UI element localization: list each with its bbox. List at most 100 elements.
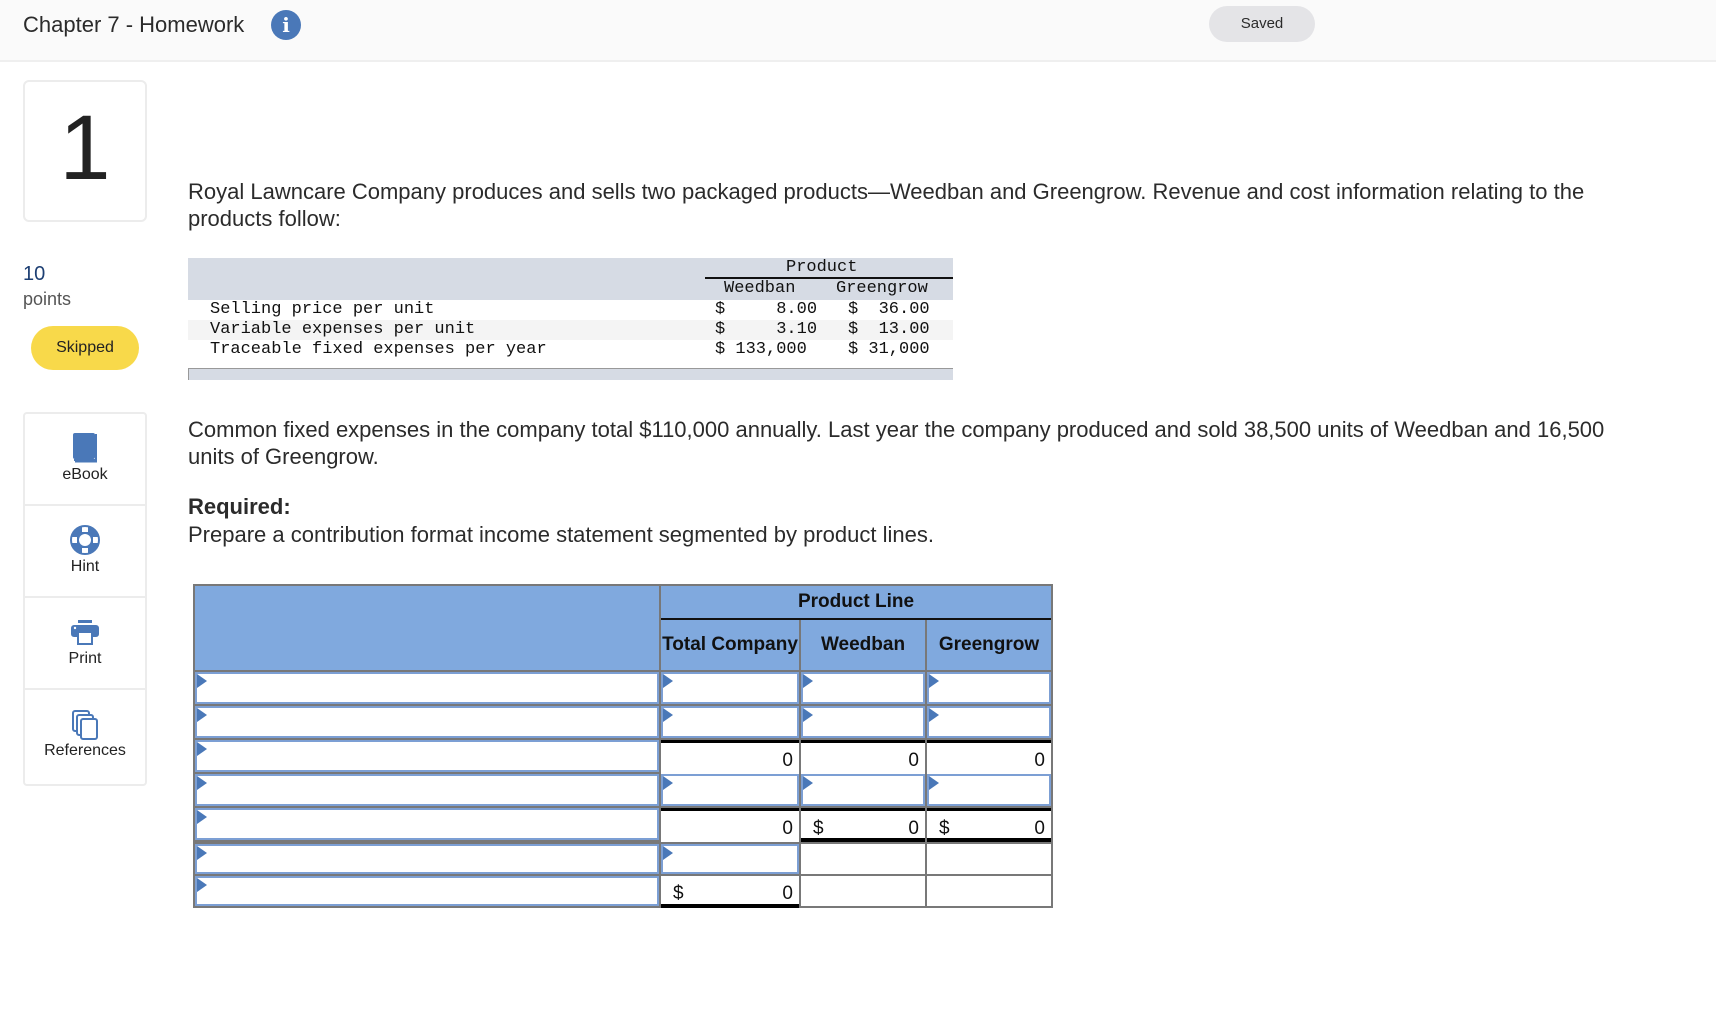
ref-row-label: Selling price per unit — [210, 300, 435, 319]
greengrow-input[interactable] — [927, 672, 1051, 704]
currency-symbol: $ — [813, 818, 824, 839]
tool-hint-button[interactable]: Hint — [25, 506, 145, 598]
info-circle-icon[interactable]: i — [271, 10, 301, 40]
tool-references-button[interactable]: References — [25, 690, 145, 784]
total-computed-cell: 0 — [661, 808, 799, 842]
dropdown-flag-icon — [197, 810, 207, 824]
computed-value: 0 — [908, 818, 919, 839]
ref-group-header: Product — [786, 258, 858, 277]
reference-table: Product Weedban Greengrow Selling price … — [188, 258, 953, 380]
dropdown-flag-icon — [197, 776, 207, 790]
line-item-select[interactable] — [195, 808, 659, 840]
input-flag-icon — [663, 674, 673, 688]
weedban-header: Weedban — [801, 620, 925, 670]
printer-icon — [71, 620, 99, 645]
net-operating-income-cell: $0 — [661, 876, 799, 908]
weedban-input[interactable] — [801, 672, 925, 704]
line-item-select[interactable] — [195, 876, 659, 906]
tool-print-label: Print — [68, 650, 102, 667]
book-icon — [73, 433, 97, 463]
ref-row-label: Traceable fixed expenses per year — [210, 340, 547, 359]
saved-status-button[interactable]: Saved — [1209, 6, 1315, 42]
empty-cell — [927, 844, 1051, 874]
question-intro: Royal Lawncare Company produces and sell… — [188, 179, 1585, 231]
total-company-header: Total Company — [661, 620, 799, 670]
input-flag-icon — [663, 776, 673, 790]
input-flag-icon — [803, 674, 813, 688]
greengrow-input[interactable] — [927, 706, 1051, 738]
currency-symbol: $ — [939, 818, 950, 839]
required-text: Prepare a contribution format income sta… — [188, 522, 934, 547]
points-label: points — [23, 289, 72, 309]
greengrow-segment-margin-cell: $0 — [927, 808, 1051, 842]
reference-footer-band — [188, 368, 953, 380]
dropdown-flag-icon — [197, 708, 207, 722]
total-input[interactable] — [661, 706, 799, 738]
common-fixed-text: Common fixed expenses in the company tot… — [188, 417, 1605, 469]
greengrow-header: Greengrow — [927, 620, 1051, 670]
dropdown-flag-icon — [197, 878, 207, 892]
question-number-box: 1 — [23, 80, 147, 222]
input-flag-icon — [929, 776, 939, 790]
line-item-select[interactable] — [195, 844, 659, 874]
input-flag-icon — [929, 674, 939, 688]
ref-row-greengrow: $ 31,000 — [848, 340, 930, 359]
weedban-input[interactable] — [801, 706, 925, 738]
empty-cell — [927, 876, 1051, 906]
ref-row-weedban: $ 8.00 — [715, 300, 818, 319]
empty-cell — [801, 876, 925, 906]
currency-symbol: $ — [673, 883, 684, 904]
greengrow-computed-cell: 0 — [927, 740, 1051, 774]
weedban-input[interactable] — [801, 774, 925, 806]
empty-cell — [801, 844, 925, 874]
total-input[interactable] — [661, 844, 799, 874]
lifebuoy-icon — [70, 525, 100, 555]
computed-value: 0 — [908, 750, 919, 771]
ref-row-greengrow: $ 36.00 — [848, 300, 930, 319]
input-flag-icon — [663, 846, 673, 860]
computed-value: 0 — [1034, 818, 1045, 839]
input-flag-icon — [803, 776, 813, 790]
tools-panel: eBook Hint Print References — [23, 412, 147, 786]
label-column-header — [195, 586, 659, 670]
ref-col-weedban: Weedban — [724, 279, 796, 298]
total-input[interactable] — [661, 774, 799, 806]
tool-ebook-button[interactable]: eBook — [25, 414, 145, 506]
greengrow-input[interactable] — [927, 774, 1051, 806]
question-number: 1 — [59, 97, 111, 199]
tool-hint-label: Hint — [70, 558, 100, 575]
line-item-select[interactable] — [195, 774, 659, 806]
dropdown-flag-icon — [197, 846, 207, 860]
computed-value: 0 — [782, 818, 793, 839]
ref-row-greengrow: $ 13.00 — [848, 320, 930, 339]
weedban-segment-margin-cell: $0 — [801, 808, 925, 842]
ref-row-weedban: $ 3.10 — [715, 320, 818, 339]
total-input[interactable] — [661, 672, 799, 704]
ref-col-greengrow: Greengrow — [836, 279, 928, 298]
weedban-computed-cell: 0 — [801, 740, 925, 774]
tool-print-button[interactable]: Print — [25, 598, 145, 690]
ref-row-weedban: $ 133,000 — [715, 340, 807, 359]
line-item-select[interactable] — [195, 740, 659, 772]
points-value: 10 — [23, 263, 46, 285]
tool-ebook-label: eBook — [62, 466, 108, 483]
dropdown-flag-icon — [197, 674, 207, 688]
tool-references-label: References — [44, 742, 126, 759]
line-item-select[interactable] — [195, 706, 659, 738]
computed-value: 0 — [782, 883, 793, 904]
top-bar: Chapter 7 - Homework i Saved — [0, 0, 1716, 62]
status-badge: Skipped — [31, 326, 139, 370]
dropdown-flag-icon — [197, 742, 207, 756]
income-statement-table: Product Line Total Company Weedban Green… — [193, 584, 1053, 908]
ref-row-label: Variable expenses per unit — [210, 320, 476, 339]
documents-icon — [72, 710, 98, 740]
required-heading: Required: — [188, 494, 291, 519]
line-item-select[interactable] — [195, 672, 659, 704]
input-flag-icon — [803, 708, 813, 722]
computed-value: 0 — [782, 750, 793, 771]
computed-value: 0 — [1034, 750, 1045, 771]
product-line-header: Product Line — [661, 586, 1051, 618]
assignment-title: Chapter 7 - Homework — [23, 12, 245, 37]
total-computed-cell: 0 — [661, 740, 799, 774]
input-flag-icon — [929, 708, 939, 722]
